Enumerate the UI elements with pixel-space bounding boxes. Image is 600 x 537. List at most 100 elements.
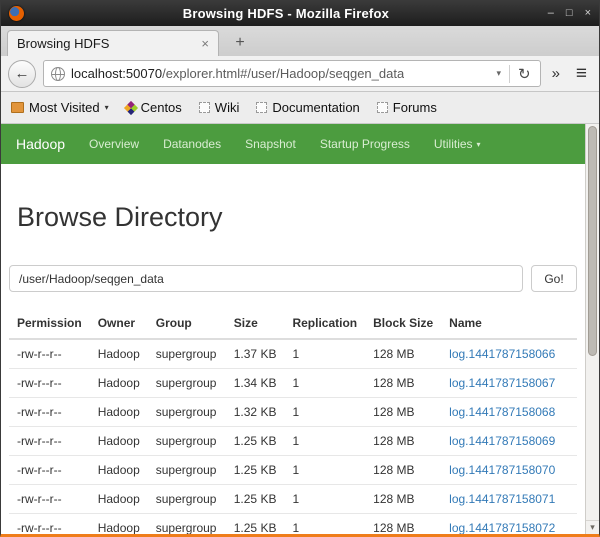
bookmark-centos[interactable]: Centos [126,100,182,115]
column-header-permission: Permission [9,308,90,339]
cell-replication: 1 [284,456,365,485]
nav-item-snapshot[interactable]: Snapshot [245,137,296,151]
tab-title: Browsing HDFS [17,36,195,51]
centos-icon [124,100,138,114]
cell-group: supergroup [148,427,226,456]
scrollbar-track[interactable] [586,356,599,520]
column-header-block-size: Block Size [365,308,441,339]
cell-owner: Hadoop [90,485,148,514]
folder-icon [11,102,24,113]
cell-replication: 1 [284,427,365,456]
file-link[interactable]: log.1441787158068 [449,405,555,419]
url-host: localhost:50070 [71,66,162,81]
nav-item-label: Datanodes [163,137,221,151]
cell-owner: Hadoop [90,339,148,369]
file-link[interactable]: log.1441787158069 [449,434,555,448]
tab-bar: Browsing HDFS × + [1,26,599,56]
table-header-row: Permission Owner Group Size Replication … [9,308,577,339]
reload-icon[interactable]: ↻ [516,65,533,83]
table-row: -rw-r--r-- Hadoop supergroup 1.25 KB 1 1… [9,514,577,535]
url-bar[interactable]: localhost:50070 /explorer.html#/user/Had… [43,60,541,87]
cell-group: supergroup [148,456,226,485]
site-identity-globe-icon[interactable] [51,67,65,81]
file-listing-table: Permission Owner Group Size Replication … [9,308,577,534]
tab-browsing-hdfs[interactable]: Browsing HDFS × [7,30,219,56]
firefox-icon [9,6,24,21]
new-tab-button[interactable]: + [227,32,253,54]
cell-group: supergroup [148,514,226,535]
cell-block-size: 128 MB [365,456,441,485]
file-link[interactable]: log.1441787158071 [449,492,555,506]
scrollbar[interactable]: ▾ [585,124,599,534]
nav-item-utilities[interactable]: Utilities ▾ [434,137,481,151]
minimize-button[interactable]: – [548,8,554,19]
bookmark-forums[interactable]: Forums [377,100,437,115]
maximize-button[interactable]: □ [566,8,573,19]
chevron-down-icon: ▾ [477,140,481,149]
table-row: -rw-r--r-- Hadoop supergroup 1.25 KB 1 1… [9,456,577,485]
table-row: -rw-r--r-- Hadoop supergroup 1.32 KB 1 1… [9,398,577,427]
cell-owner: Hadoop [90,456,148,485]
cell-permission: -rw-r--r-- [9,456,90,485]
bookmark-label: Centos [141,100,182,115]
directory-path-input[interactable] [9,265,523,292]
hamburger-menu-icon[interactable]: ≡ [571,63,592,85]
bookmark-label: Documentation [272,100,359,115]
overflow-chevron-icon[interactable]: » [548,65,564,82]
cell-owner: Hadoop [90,514,148,535]
column-header-size: Size [226,308,285,339]
column-header-replication: Replication [284,308,365,339]
table-row: -rw-r--r-- Hadoop supergroup 1.34 KB 1 1… [9,369,577,398]
cell-group: supergroup [148,369,226,398]
nav-item-startup-progress[interactable]: Startup Progress [320,137,410,151]
bookmarks-toolbar: Most Visited ▾ Centos Wiki Documentation… [1,92,599,124]
chevron-down-icon: ▾ [105,103,109,112]
url-divider [509,65,510,83]
page-title: Browse Directory [17,202,569,233]
title-bar: Browsing HDFS - Mozilla Firefox – □ × [1,0,599,26]
nav-item-label: Startup Progress [320,137,410,151]
cell-replication: 1 [284,485,365,514]
cell-block-size: 128 MB [365,514,441,535]
tab-close-icon[interactable]: × [201,36,209,51]
file-link[interactable]: log.1441787158066 [449,347,555,361]
scroll-down-button[interactable]: ▾ [586,520,599,534]
navbar-brand-hadoop[interactable]: Hadoop [16,136,65,152]
window-controls: – □ × [548,8,591,19]
bookmark-wiki[interactable]: Wiki [199,100,240,115]
bookmark-page-icon [199,102,210,113]
url-dropdown-icon[interactable]: ▾ [494,68,503,79]
bookmark-label: Wiki [215,100,240,115]
bookmark-most-visited[interactable]: Most Visited ▾ [11,100,109,115]
url-text[interactable]: localhost:50070 /explorer.html#/user/Had… [71,66,488,81]
cell-size: 1.25 KB [226,485,285,514]
nav-item-label: Utilities [434,137,473,151]
firefox-window: Browsing HDFS - Mozilla Firefox – □ × Br… [0,0,600,537]
bookmark-page-icon [377,102,388,113]
cell-size: 1.34 KB [226,369,285,398]
cell-name: log.1441787158068 [441,398,577,427]
scrollbar-thumb[interactable] [588,126,597,356]
cell-block-size: 128 MB [365,369,441,398]
file-link[interactable]: log.1441787158067 [449,376,555,390]
file-link[interactable]: log.1441787158070 [449,463,555,477]
cell-permission: -rw-r--r-- [9,427,90,456]
nav-item-label: Snapshot [245,137,296,151]
nav-item-datanodes[interactable]: Datanodes [163,137,221,151]
cell-replication: 1 [284,369,365,398]
file-link[interactable]: log.1441787158072 [449,521,555,534]
go-button[interactable]: Go! [531,265,577,292]
bookmark-label: Most Visited [29,100,100,115]
cell-permission: -rw-r--r-- [9,339,90,369]
cell-group: supergroup [148,398,226,427]
cell-group: supergroup [148,339,226,369]
bookmark-documentation[interactable]: Documentation [256,100,359,115]
back-button[interactable]: ← [8,60,36,88]
close-button[interactable]: × [585,8,591,19]
nav-item-overview[interactable]: Overview [89,137,139,151]
table-row: -rw-r--r-- Hadoop supergroup 1.25 KB 1 1… [9,485,577,514]
cell-replication: 1 [284,514,365,535]
cell-block-size: 128 MB [365,398,441,427]
path-form: Go! [9,265,577,292]
page-content-column: Hadoop Overview Datanodes Snapshot Start… [1,124,585,534]
